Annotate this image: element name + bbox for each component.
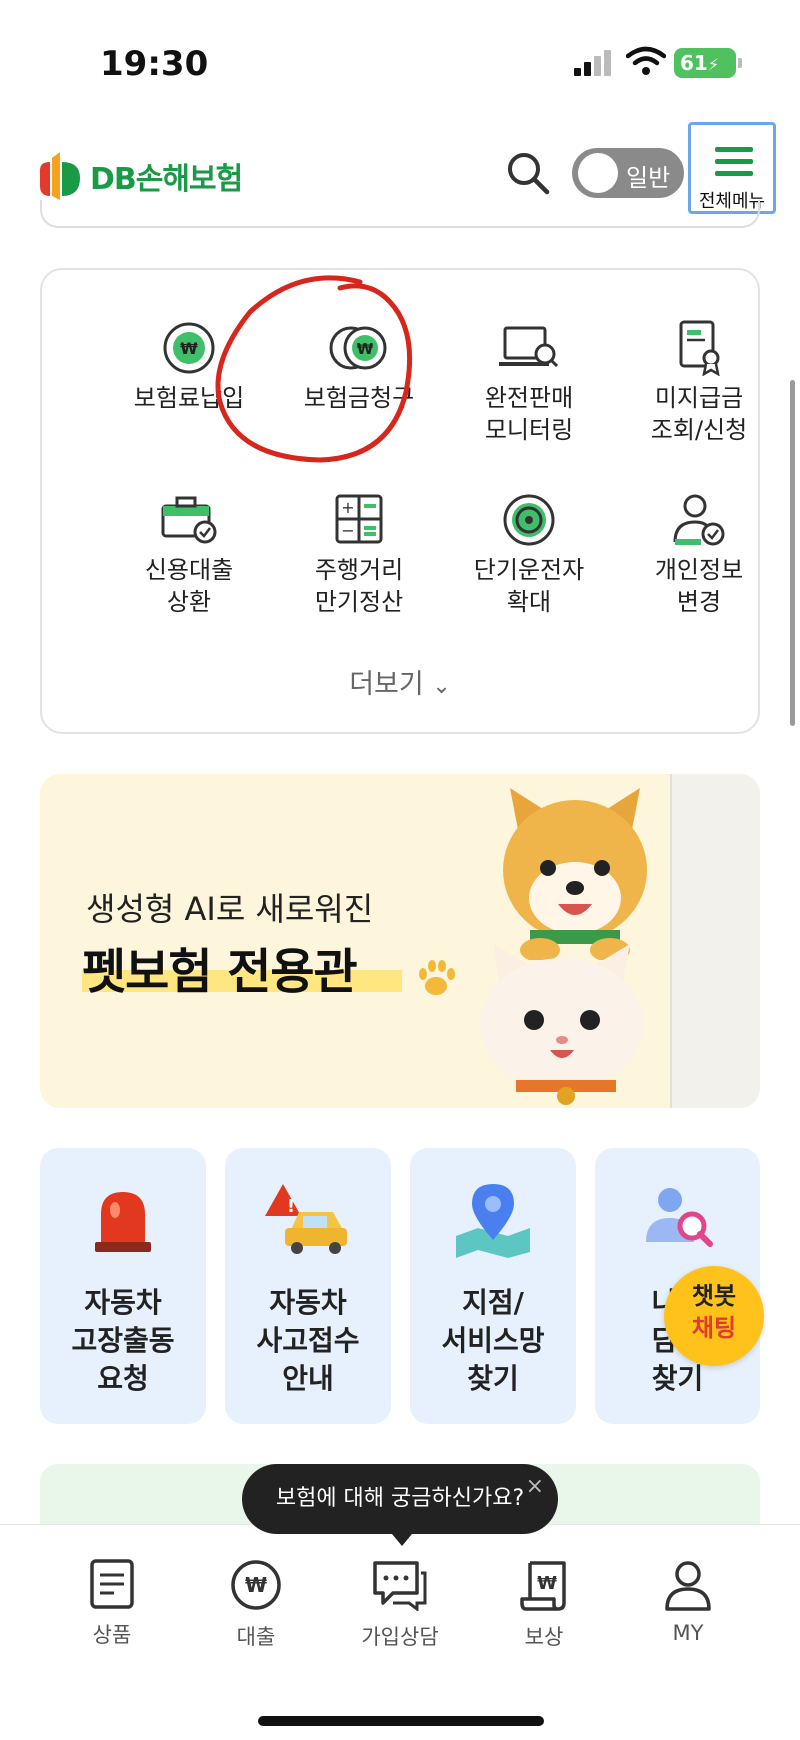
tab-my[interactable]: MY [628,1559,748,1645]
clock: 19:30 [100,44,209,84]
tab-loan[interactable]: ₩ 대출 [196,1559,316,1651]
dog-illustration [503,788,647,960]
logo-text: DB손해보험 [90,162,243,197]
toggle-label: 일반 [626,164,671,192]
tab-products[interactable]: 상품 [52,1559,172,1649]
quick-item-personal-info[interactable]: 개인정보 변경 [614,492,784,618]
brand-logo[interactable]: DB손해보험 [38,148,243,204]
tab-label: MY [672,1621,704,1645]
won-circle-icon: ₩ [231,1560,281,1610]
tab-label: 대출 [236,1625,276,1649]
quick-item-sales-monitoring[interactable]: 완전판매 모니터링 [444,320,614,446]
calculator-icon: + − [335,494,383,544]
quick-item-label: 미지급금 조회/신청 [650,384,748,444]
user-check-icon [673,494,725,546]
svg-text:−: − [341,521,354,540]
chatbot-label: 챗봇 [691,1282,737,1310]
quick-item-label: 개인정보 변경 [654,556,744,616]
previous-card-edge [40,200,760,228]
person-icon [665,1561,711,1611]
steering-wheel-icon [503,494,555,546]
car-warning-icon: ! [265,1184,347,1254]
wifi-icon [626,46,666,75]
chatting-label: 채팅 [691,1314,737,1342]
siren-icon [95,1192,151,1252]
svg-text:₩: ₩ [537,1573,557,1594]
map-pin-icon [456,1184,530,1258]
won-coin-icon: ₩ [163,322,215,374]
laptop-search-icon [499,326,559,368]
banner-subtitle: 생성형 AI로 새로워진 [86,890,374,928]
more-button[interactable]: 더보기 ⌄ [42,662,758,701]
door-illustration [670,774,760,1108]
tab-compensation[interactable]: ₩ 보상 [484,1559,604,1651]
tab-label: 보상 [524,1625,564,1649]
chat-icon [373,1561,427,1611]
mode-toggle[interactable]: 일반 [572,148,684,198]
consultation-tooltip[interactable]: 보험에 대해 궁금하신가요? × [242,1464,558,1546]
briefcase-check-icon [161,496,217,544]
quick-item-unpaid-inquiry[interactable]: 미지급금 조회/신청 [614,320,784,446]
quick-item-short-driver[interactable]: 단기운전자 확대 [444,492,614,618]
banner-title: 펫보험 전용관 [82,944,358,1000]
home-indicator[interactable] [258,1716,544,1726]
bottom-tab-bar: 상품 ₩ 대출 가입상담 ₩ 보상 MY [0,1524,800,1740]
paw-icon [419,960,455,995]
tab-label: 가입상담 [361,1625,439,1649]
service-label: 자동차 사고접수 안내 [256,1286,360,1395]
chevron-down-icon: ⌄ [432,674,451,699]
quick-item-loan-repay[interactable]: 신용대출 상환 [104,492,274,618]
service-label: 지점/ 서비스망 찾기 [441,1286,545,1395]
toggle-knob [578,153,618,193]
more-label: 더보기 [349,669,424,700]
quick-item-label: 주행거리 만기정산 [314,556,404,616]
quick-item-label: 단기운전자 확대 [473,556,585,616]
quick-item-label: 완전판매 모니터링 [484,384,574,444]
svg-text:₩: ₩ [180,339,198,358]
status-bar: 19:30 61⚡ [0,0,800,130]
scrollbar[interactable] [790,380,795,726]
close-icon[interactable]: × [526,1452,544,1522]
db-logo-icon [40,152,80,200]
red-annotation-circle [215,275,413,463]
person-search-icon [645,1188,713,1247]
search-icon[interactable] [505,150,551,196]
tab-consultation[interactable]: 가입상담 [340,1559,460,1651]
document-icon [90,1559,134,1609]
chatbot-button[interactable]: 챗봇 채팅 [664,1266,764,1366]
service-label: 자동차 고장출동 요청 [71,1286,175,1395]
tab-label: 상품 [92,1623,132,1647]
service-card-breakdown[interactable]: 자동차 고장출동 요청 [40,1148,206,1424]
service-card-branch[interactable]: 지점/ 서비스망 찾기 [410,1148,576,1424]
certificate-icon [679,320,720,376]
svg-text:+: + [341,498,354,517]
receipt-icon: ₩ [520,1561,566,1611]
cellular-signal-icon [574,50,611,76]
cat-illustration [480,944,644,1105]
quick-item-mileage[interactable]: + − 주행거리 만기정산 [274,492,444,618]
hamburger-menu-icon [715,147,753,176]
pet-insurance-banner[interactable]: 생성형 AI로 새로워진 펫보험 전용관 [40,774,760,1108]
tooltip-text: 보험에 대해 궁금하신가요? [275,1486,525,1511]
battery-indicator: 61⚡ [674,48,742,78]
quick-item-label: 신용대출 상환 [144,556,234,616]
svg-text:₩: ₩ [245,1573,267,1597]
service-card-accident[interactable]: ! 자동차 사고접수 안내 [225,1148,391,1424]
svg-text:!: ! [287,1196,295,1217]
